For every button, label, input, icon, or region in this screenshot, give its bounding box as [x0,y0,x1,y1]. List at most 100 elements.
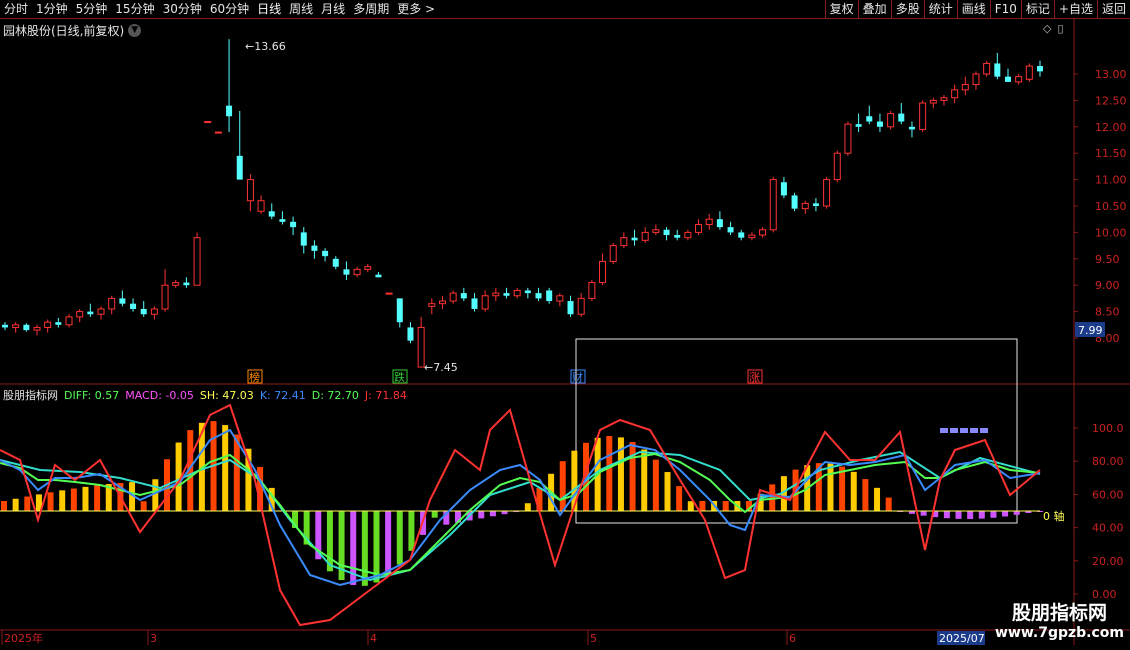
candle-body [246,179,254,202]
date-axis-label: 5 [590,632,597,645]
candle-body [940,97,948,101]
event-marker: 榜 [249,370,260,384]
event-marker: 涨 [749,371,760,384]
candle-body [588,282,596,299]
macd-bar [47,492,54,511]
macd-bar [920,511,927,516]
candle-body [705,218,713,225]
candle-body [866,116,873,122]
macd-bar [629,441,636,511]
price-axis-label: 12.00 [1095,121,1127,134]
candle-body [961,84,969,91]
candle-body [769,179,777,231]
candle-body [268,211,275,217]
candle-body [343,269,350,275]
candle-body [983,62,991,75]
high-price-label: ←13.66 [245,40,286,53]
macd-bar [885,497,892,511]
date-axis-label: 6 [789,632,796,645]
macd-bar [59,490,66,511]
candle-body [833,152,841,181]
candle-body [929,99,937,104]
candle-body [193,237,201,286]
candle-body [503,293,510,296]
candle-body [791,195,798,209]
macd-bar [652,459,659,511]
macd-bar [408,511,415,551]
candle-body [428,303,436,307]
indicator-axis-label: 100.0 [1092,422,1124,435]
macd-bar [943,511,950,519]
candle-body [332,258,339,267]
macd-bar [1013,511,1020,515]
watermark-title: 股朋指标网 [1011,602,1107,624]
candle-body [620,237,628,247]
macd-bar [722,501,729,511]
candle-body [375,274,382,278]
macd-bar [385,511,392,576]
candle-body [876,121,883,127]
signal-dash [960,428,968,433]
candle-body [855,124,862,127]
candle-body [652,229,660,233]
price-axis-label: 11.50 [1095,147,1127,160]
candle-body [609,245,617,262]
macd-bar [94,485,101,511]
zero-axis-label: 0 轴 [1043,509,1065,523]
candle-body [599,260,607,284]
current-date-label: 2025/07 [939,632,985,645]
sh-line [0,450,1041,582]
candle-body [55,322,62,325]
candle-body [908,126,915,130]
candle-body [438,300,446,305]
macd-bar [140,501,147,511]
candle-body [150,308,158,315]
candle-body [204,121,212,124]
candle-body [972,73,980,86]
candle-body [524,290,531,294]
candle-body [183,282,190,286]
low-price-label: ←7.45 [424,361,458,374]
d-line [0,452,1041,577]
macd-bar [664,472,671,511]
candle-body [396,298,403,323]
macd-bar [524,503,531,511]
candle-body [1025,65,1033,80]
indicator-axis-label: 40.00 [1092,522,1124,535]
kline-chart[interactable]: 13.00 12.50 12.00 11.50 11.00 10.50 10.00 9.50 9… [0,0,1130,650]
candle-body [33,326,41,331]
macd-bar [70,488,77,511]
macd-bar [641,449,648,511]
watermark-url: www.7gpzb.com [994,625,1124,641]
price-axis-label: 10.00 [1095,226,1127,239]
candle-body [844,123,852,154]
candle-body [460,293,467,299]
candle-body [130,303,137,309]
candle-body [385,292,393,295]
indicator-axis-label: 20.00 [1092,555,1124,568]
candle-body [290,221,297,228]
candle-body [919,102,927,130]
macd-bar [990,511,997,518]
candle-body [546,290,553,302]
candle-body [257,200,265,212]
event-marker: 跌 [394,370,405,384]
candle-body [716,219,723,228]
signal-dash [980,428,988,433]
candle-body [567,301,574,315]
candle-body [492,292,500,297]
candle-body [535,293,542,299]
candle-body [12,324,20,328]
candle-body [214,131,222,134]
event-marker: 财 [572,370,583,384]
macd-bar [862,479,869,511]
date-axis-label: 2025年 [4,631,43,645]
macd-bar [361,511,368,586]
macd-bar [24,496,31,511]
candle-body [513,289,521,297]
macd-bar [222,425,229,511]
candle-body [97,308,105,315]
candle-body [471,298,478,309]
candle-body [695,223,703,233]
indicator-axis-label: 80.00 [1092,455,1124,468]
